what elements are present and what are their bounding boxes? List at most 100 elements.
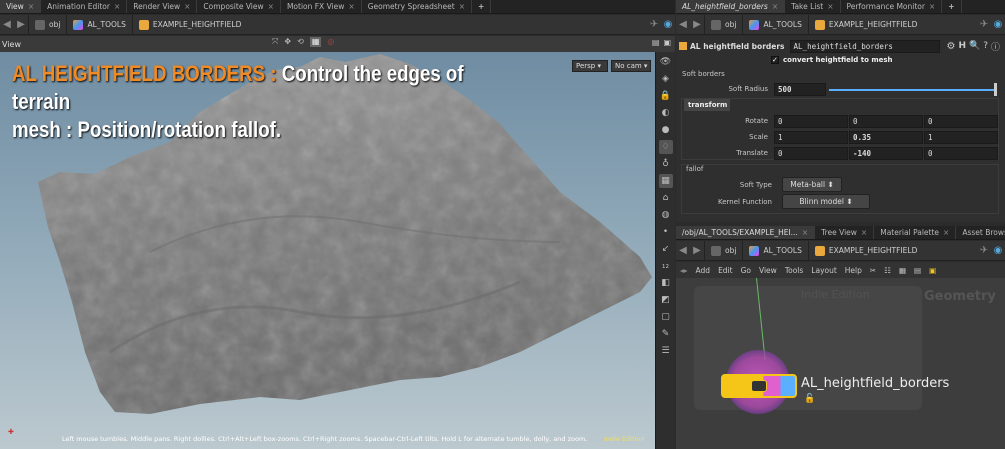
select-tool-icon[interactable]: ⤧ (272, 37, 278, 47)
tab-params[interactable]: AL_heightfield_borders × (676, 0, 786, 13)
net-link-icon[interactable]: ◉ (991, 245, 1005, 256)
bulb-icon[interactable]: ♁ (659, 157, 673, 171)
tab-material-palette[interactable]: Material Palette × (874, 226, 957, 239)
measure-icon[interactable]: ↙ (659, 242, 673, 256)
transform-tab[interactable]: transform (684, 99, 730, 111)
viewport-layout-icon[interactable]: ▣ (663, 38, 671, 47)
network-editor[interactable]: Indie Edition Geometry AL_heightfield_bo… (676, 278, 1005, 449)
tab-network[interactable]: /obj/AL_TOOLS/EXAMPLE_HEI... × (676, 226, 816, 239)
lock-icon[interactable]: 🔒 (659, 89, 673, 103)
grid-view-icon[interactable]: ▦ (899, 266, 906, 275)
forward-icon[interactable]: ▶ (14, 19, 28, 30)
tab-view[interactable]: View × (0, 0, 42, 13)
persp-dropdown[interactable]: Persp ▾ (572, 60, 608, 72)
tab-geometry-spreadsheet[interactable]: Geometry Spreadsheet × (362, 0, 473, 13)
kernel-dropdown[interactable]: Blinn model ⬍ (782, 194, 870, 209)
light-icon[interactable]: ● (659, 123, 673, 137)
scale-y[interactable]: 0.35 (849, 131, 923, 144)
display-icon[interactable]: ◎ (327, 37, 334, 47)
menu-tools[interactable]: Tools (785, 266, 803, 275)
lamp-icon[interactable]: ♢ (658, 140, 673, 154)
move-tool-icon[interactable]: ✥ (284, 37, 291, 47)
box-icon[interactable]: ◧ (659, 276, 673, 290)
params-path-obj[interactable]: obj (704, 15, 742, 34)
soft-radius-slider[interactable] (829, 89, 997, 91)
info-icon[interactable]: ⓘ (991, 40, 1000, 53)
wireframe-icon[interactable]: ◈ (659, 72, 673, 86)
scale-z[interactable]: 1 (924, 131, 998, 144)
list-icon[interactable]: ☷ (884, 266, 891, 275)
dot-icon[interactable]: • (659, 225, 673, 239)
net-back-icon[interactable]: ◀ (676, 245, 690, 256)
params-link-icon[interactable]: ◉ (991, 19, 1005, 30)
search-icon[interactable]: 🔍 (969, 41, 980, 51)
grid-icon[interactable]: ▦ (658, 174, 673, 188)
eye-icon[interactable]: 👁 (659, 55, 673, 69)
back-icon[interactable]: ◀ (0, 19, 14, 30)
rotate-x[interactable]: 0 (774, 115, 848, 128)
menu-edit[interactable]: Edit (718, 266, 733, 275)
net-path-tools[interactable]: AL_TOOLS (742, 241, 807, 260)
bucket-icon[interactable]: ◩ (659, 293, 673, 307)
net-path-node[interactable]: EXAMPLE_HEIGHTFIELD (807, 241, 924, 260)
menu-arrows-icon[interactable]: ◂▸ (680, 266, 688, 275)
node-name-label[interactable]: AL_heightfield_borders (801, 376, 949, 391)
numbers-icon[interactable]: ₁₂ (659, 259, 673, 273)
tab-animation-editor[interactable]: Animation Editor × (41, 0, 128, 13)
tab-render-view[interactable]: Render View × (127, 0, 198, 13)
tab-composite-view[interactable]: Composite View × (197, 0, 281, 13)
note-icon[interactable]: ▣ (929, 266, 936, 275)
link-icon[interactable]: ◉ (661, 19, 675, 30)
viewport[interactable]: Persp ▾ No cam ▾ AL HEIGHTFIELD BORDERS … (0, 52, 655, 449)
node-name-field[interactable]: AL_heightfield_borders (789, 39, 940, 53)
frame-icon[interactable]: ▢ (659, 310, 673, 324)
net-pin-icon[interactable]: ✈ (977, 245, 991, 256)
rotate-z[interactable]: 0 (924, 115, 998, 128)
params-forward-icon[interactable]: ▶ (690, 19, 704, 30)
soft-radius-field[interactable]: 500 (774, 83, 826, 96)
soft-radius-handle[interactable] (994, 83, 997, 96)
render-icon[interactable]: ☰ (659, 344, 673, 358)
camera-icon[interactable]: ⌂ (659, 191, 673, 205)
tab-motion-fx-view[interactable]: Motion FX View × (281, 0, 362, 13)
tool-icon[interactable]: ✎ (659, 327, 673, 341)
net-forward-icon[interactable]: ▶ (690, 245, 704, 256)
table-icon[interactable]: ▤ (914, 266, 921, 275)
convert-checkbox[interactable]: ✓ (771, 56, 779, 64)
translate-z[interactable]: 0 (924, 147, 998, 160)
translate-x[interactable]: 0 (774, 147, 848, 160)
net-path-obj[interactable]: obj (704, 241, 742, 260)
wrench-icon[interactable]: ✂ (870, 266, 876, 275)
params-back-icon[interactable]: ◀ (676, 19, 690, 30)
translate-y[interactable]: -140 (849, 147, 923, 160)
path-node[interactable]: EXAMPLE_HEIGHTFIELD (131, 15, 248, 34)
scale-x[interactable]: 1 (774, 131, 848, 144)
params-path-tools[interactable]: AL_TOOLS (742, 15, 807, 34)
camera-dropdown[interactable]: No cam ▾ (611, 60, 651, 72)
convert-checkbox-row[interactable]: ✓ convert heightfield to mesh (771, 56, 893, 64)
rotate-tool-icon[interactable]: ⟲ (297, 37, 304, 47)
soft-type-dropdown[interactable]: Meta-ball ⬍ (782, 177, 842, 192)
tab-tree-view[interactable]: Tree View × (815, 226, 875, 239)
menu-layout[interactable]: Layout (811, 266, 837, 275)
add-right-tab-button[interactable]: + (942, 0, 962, 13)
path-tools[interactable]: AL_TOOLS (66, 15, 131, 34)
help-H-icon[interactable]: H (959, 41, 967, 51)
tab-performance-monitor[interactable]: Performance Monitor × (841, 0, 943, 13)
rotate-y[interactable]: 0 (849, 115, 923, 128)
help-icon[interactable]: ? (983, 41, 988, 51)
menu-view[interactable]: View (759, 266, 777, 275)
sphere-icon[interactable]: ◍ (659, 208, 673, 222)
viewport-pin-icon[interactable]: ▤ (652, 38, 660, 47)
menu-go[interactable]: Go (741, 266, 751, 275)
add-tab-button[interactable]: + (472, 0, 492, 13)
tab-take-list[interactable]: Take List × (785, 0, 841, 13)
handle-tool-icon[interactable]: ▦ (309, 37, 322, 47)
params-pin-icon[interactable]: ✈ (977, 19, 991, 30)
gear-icon[interactable]: ⚙ (947, 41, 956, 52)
pin-icon[interactable]: ✈ (647, 19, 661, 30)
tab-asset-browser[interactable]: Asset Browser× (956, 226, 1005, 239)
params-path-node[interactable]: EXAMPLE_HEIGHTFIELD (807, 15, 924, 34)
menu-add[interactable]: Add (696, 266, 711, 275)
heightfield-borders-node[interactable] (721, 374, 797, 398)
